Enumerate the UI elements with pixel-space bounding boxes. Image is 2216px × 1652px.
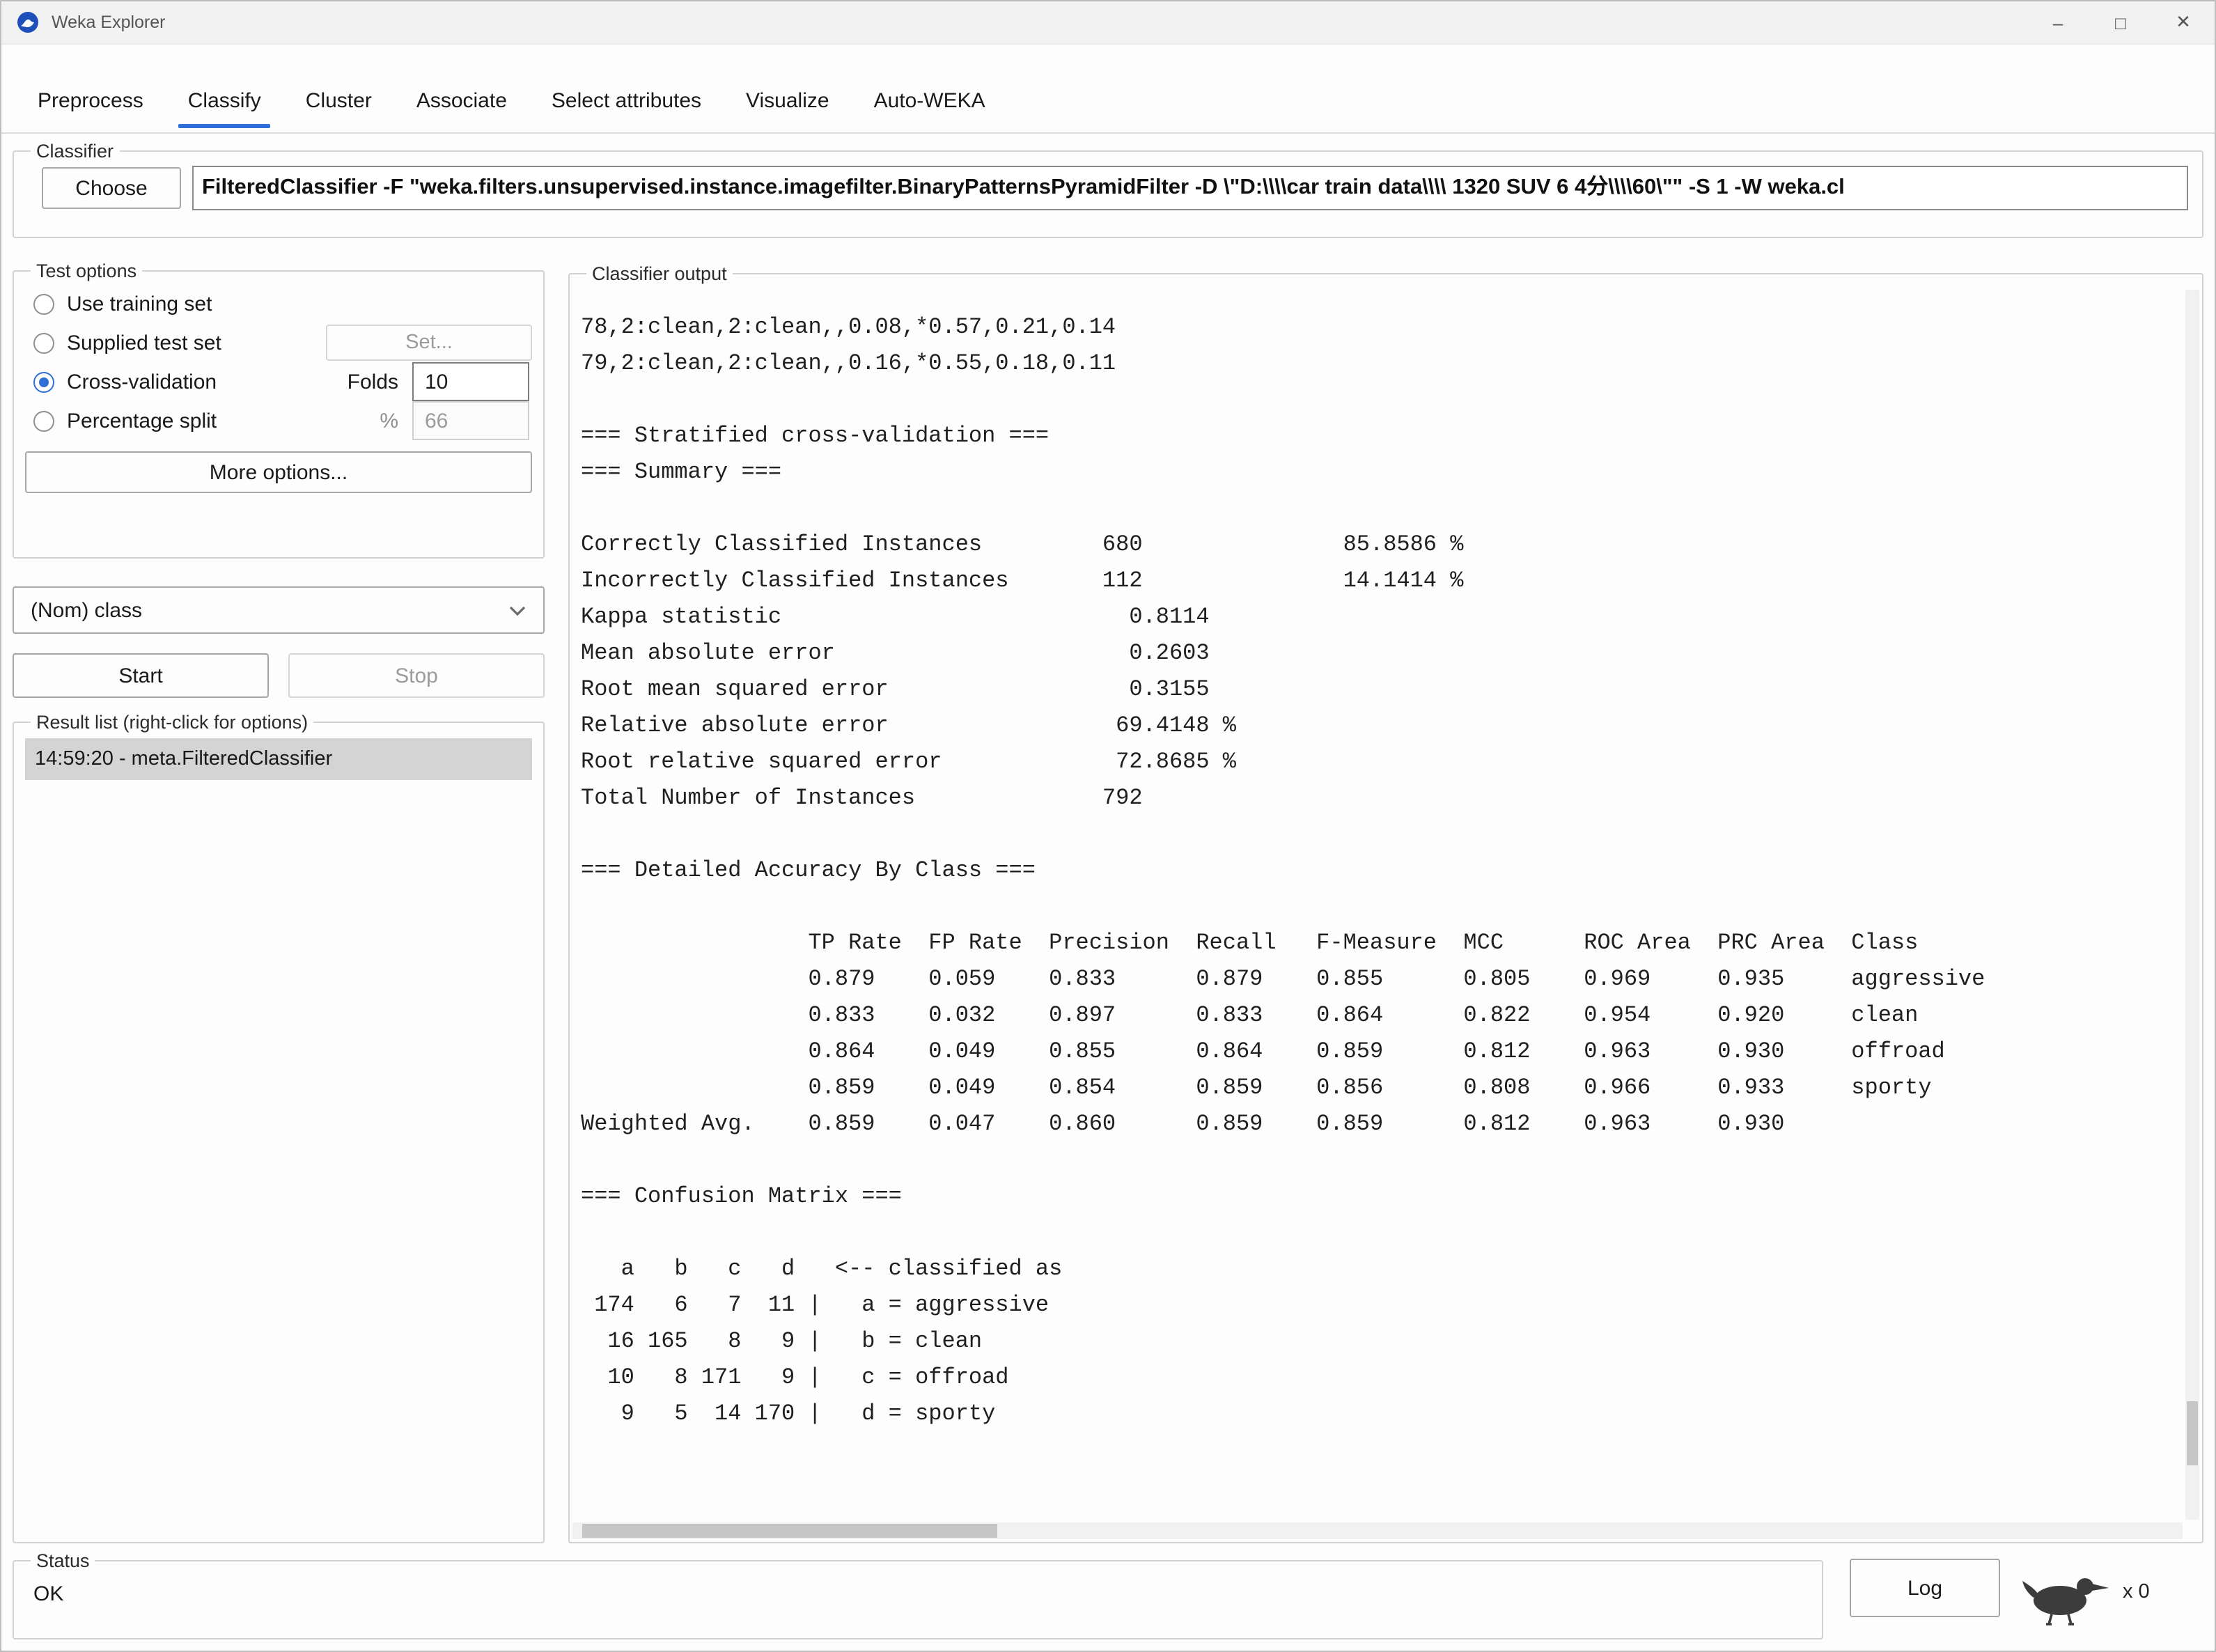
maximize-button[interactable]: □ [2089,1,2152,43]
start-button[interactable]: Start [13,653,269,698]
radio-icon-use-training-set[interactable] [33,293,54,314]
horizontal-scrollbar-thumb[interactable] [582,1524,997,1538]
window-title: Weka Explorer [52,13,166,32]
result-list-group: Result list (right-click for options) 14… [13,712,545,1543]
folds-input[interactable] [412,362,529,401]
run-controls: Start Stop [13,653,545,698]
vertical-scrollbar[interactable] [2185,290,2199,1520]
tab-classify[interactable]: Classify [166,72,283,132]
radio-label-cross-validation: Cross-validation [67,370,217,393]
class-attribute-value: (Nom) class [31,598,142,622]
percent-label: % [380,409,398,433]
classifier-output-text: 78,2:clean,2:clean,,0.08,*0.57,0.21,0.14… [581,309,2177,1517]
classifier-group: Classifier Choose FilteredClassifier -F … [13,141,2203,238]
classifier-output-group: Classifier output 78,2:clean,2:clean,,0.… [568,263,2203,1543]
test-options-group: Test options Use training set Supplied t… [13,260,545,559]
radio-row-supplied-test-set[interactable]: Supplied test set Set... [25,323,532,362]
radio-label-percentage-split: Percentage split [67,409,217,433]
radio-label-use-training-set: Use training set [67,292,212,315]
main-tabbar: Preprocess Classify Cluster Associate Se… [1,45,2215,134]
horizontal-scrollbar[interactable] [572,1522,2183,1539]
percent-input[interactable] [412,401,529,440]
window-controls: – □ ✕ [2027,1,2215,43]
tab-select-attributes[interactable]: Select attributes [529,72,724,132]
folds-label: Folds [348,370,398,393]
result-list-legend: Result list (right-click for options) [31,712,313,733]
classifier-command-field[interactable]: FilteredClassifier -F "weka.filters.unsu… [192,166,2188,210]
process-count: x 0 [2123,1581,2150,1603]
tab-preprocess[interactable]: Preprocess [15,72,166,132]
log-button[interactable]: Log [1850,1559,2000,1617]
stop-button[interactable]: Stop [288,653,545,698]
tab-auto-weka[interactable]: Auto-WEKA [852,72,1008,132]
radio-icon-supplied-test-set[interactable] [33,332,54,353]
set-button[interactable]: Set... [326,325,532,361]
classifier-row: Choose FilteredClassifier -F "weka.filte… [25,166,2191,210]
screenshot-viewport: Weka Explorer – □ ✕ Preprocess Classify … [0,0,2216,1652]
status-group: Status OK [13,1550,1823,1639]
chevron-down-icon [508,604,526,616]
radio-label-supplied-test-set: Supplied test set [67,331,221,354]
radio-row-percentage-split[interactable]: Percentage split % [25,401,532,440]
tab-associate[interactable]: Associate [394,72,529,132]
result-list-item[interactable]: 14:59:20 - meta.FilteredClassifier [25,738,532,780]
radio-icon-cross-validation[interactable] [33,371,54,392]
radio-icon-percentage-split[interactable] [33,410,54,431]
weka-app-icon [17,11,39,33]
vertical-scrollbar-thumb[interactable] [2187,1401,2198,1465]
minimize-button[interactable]: – [2027,1,2089,43]
choose-button[interactable]: Choose [42,167,181,209]
classifier-output-legend: Classifier output [586,263,733,284]
classifier-group-legend: Classifier [31,141,119,162]
close-button[interactable]: ✕ [2152,1,2215,43]
class-attribute-selector[interactable]: (Nom) class [13,586,545,634]
tab-visualize[interactable]: Visualize [724,72,852,132]
more-options-button[interactable]: More options... [25,451,532,493]
titlebar: Weka Explorer – □ ✕ [1,1,2215,45]
radio-row-cross-validation[interactable]: Cross-validation Folds [25,362,532,401]
weka-bird-icon [2021,1567,2113,1628]
radio-row-use-training-set[interactable]: Use training set [25,284,532,323]
weka-explorer-window: Weka Explorer – □ ✕ Preprocess Classify … [0,0,2216,1652]
tab-cluster[interactable]: Cluster [283,72,394,132]
status-value: OK [33,1582,1811,1606]
test-options-legend: Test options [31,260,142,281]
status-legend: Status [31,1550,95,1571]
